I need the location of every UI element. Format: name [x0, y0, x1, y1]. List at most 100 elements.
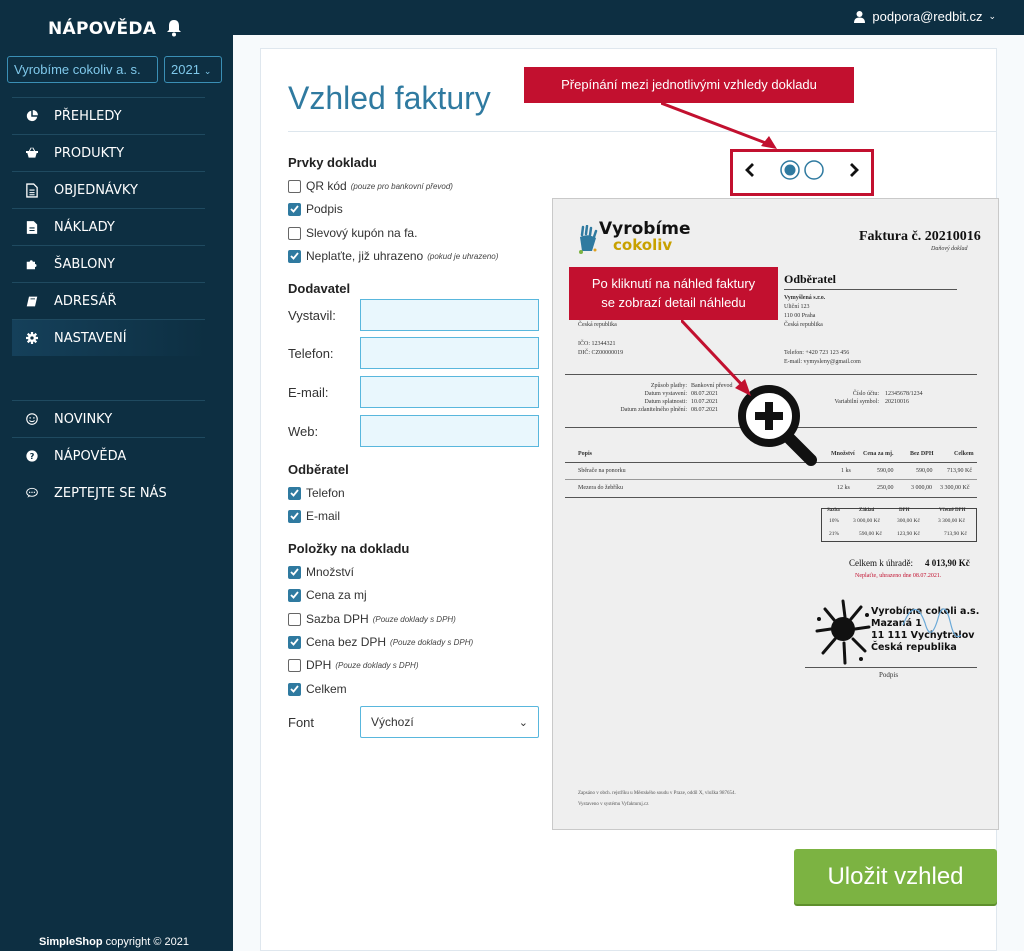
font-label: Font: [288, 715, 315, 730]
nav-label: PRODUKTY: [54, 145, 125, 161]
account-label: Číslo účtu:: [852, 391, 879, 397]
radio-selected[interactable]: [780, 160, 800, 185]
nav-item-produkty[interactable]: PRODUKTY: [12, 134, 205, 171]
check-icon: [290, 638, 299, 646]
checkbox-note: (pokud je uhrazeno): [427, 251, 499, 261]
chat-icon: [12, 484, 38, 502]
vat-cell: 10%: [829, 518, 840, 524]
vat-cell: 3 000,00 Kč: [853, 518, 881, 524]
gear-icon: [12, 329, 38, 347]
checkbox-checked[interactable]: [288, 682, 301, 696]
nav-label: ZEPTEJTE SE NÁS: [54, 485, 167, 501]
font-select[interactable]: Výchozí ⌄: [360, 706, 539, 738]
checkbox[interactable]: [288, 179, 301, 193]
nav-item-adresar[interactable]: ADRESÁŘ: [12, 282, 205, 319]
checkbox-checked[interactable]: [288, 202, 301, 216]
nav-item-naklady[interactable]: NÁKLADY: [12, 208, 205, 245]
checkbox-checked[interactable]: [288, 635, 301, 649]
field-label-web: Web:: [288, 424, 319, 439]
pay-label: Datum zdanitelného plnění:: [620, 407, 687, 413]
table-header: Celkem: [954, 451, 974, 457]
checkbox[interactable]: [288, 658, 301, 672]
nav-item-novinky[interactable]: NOVINKY: [12, 400, 205, 437]
table-cell: 250,00: [877, 485, 894, 491]
check-icon: [290, 489, 299, 497]
telefon-input[interactable]: [360, 337, 539, 369]
nav-label: ADRESÁŘ: [54, 293, 117, 309]
checkbox-sazba-dph[interactable]: Sazba DPH (Pouze doklady s DPH): [288, 612, 456, 626]
signature-icon: [902, 608, 962, 638]
vat-header: DPH: [899, 508, 910, 513]
checkbox-label: Cena bez DPH: [306, 635, 387, 649]
checkbox-podpis[interactable]: Podpis: [288, 202, 343, 216]
svg-text:?: ?: [30, 451, 35, 461]
account-label: Variabilní symbol:: [834, 399, 880, 405]
chevron-right-icon[interactable]: [849, 163, 859, 182]
checkbox-dph[interactable]: DPH (Pouze doklady s DPH): [288, 658, 419, 672]
checkbox-mnozstvi[interactable]: Množství: [288, 565, 354, 579]
nav-item-sablony[interactable]: ŠABLONY: [12, 245, 205, 282]
company-select[interactable]: Vyrobíme cokoliv a. s.: [7, 56, 158, 83]
total-value: 4 013,90 Kč: [925, 558, 970, 568]
checkbox-customer-telefon[interactable]: Telefon: [288, 486, 345, 500]
vat-header: Včetně DPH: [939, 508, 966, 513]
smiley-icon: [12, 410, 38, 428]
nav-item-nastaveni[interactable]: NASTAVENÍ: [12, 319, 205, 356]
vystavil-input[interactable]: [360, 299, 539, 331]
vat-header: Základ: [859, 508, 875, 513]
checkbox-checked[interactable]: [288, 486, 301, 500]
checkbox-label: Podpis: [306, 202, 343, 216]
document-icon: [12, 181, 38, 199]
field-label-email: E-mail:: [288, 385, 329, 400]
radio[interactable]: [804, 160, 824, 185]
customer-divider: [784, 289, 957, 290]
hand-logo-icon: [579, 225, 598, 254]
table-cell: 12 ks: [837, 485, 850, 491]
nav-label: NASTAVENÍ: [54, 330, 127, 346]
nav-item-prehledy[interactable]: PŘEHLEDY: [12, 97, 205, 134]
table-row-divider: [565, 479, 977, 480]
user-icon: [854, 10, 866, 23]
vat-header: Sazba: [827, 508, 840, 513]
checkbox[interactable]: [288, 226, 301, 240]
nav-item-objednavky[interactable]: OBJEDNÁVKY: [12, 171, 205, 208]
checkbox[interactable]: [288, 612, 301, 626]
nav-item-napoveda[interactable]: ? NÁPOVĚDA: [12, 437, 205, 474]
vat-cell: 123,90 Kč: [897, 531, 920, 537]
ink-splash-icon: [815, 599, 871, 665]
vat-cell: 21%: [829, 531, 840, 537]
user-menu[interactable]: podpora@redbit.cz ⌄: [854, 9, 996, 24]
checkbox-customer-email[interactable]: E-mail: [288, 509, 340, 523]
table-bottom-divider: [565, 497, 977, 498]
table-cell: Mezera do žebříku: [578, 485, 623, 491]
callout-preview-line: se zobrazí detail náhledu: [601, 295, 746, 310]
sidebar: NÁPOVĚDA Vyrobíme cokoliv a. s. 2021 ⌄ PŘ…: [0, 0, 233, 951]
web-input[interactable]: [360, 415, 539, 447]
checkbox-note: (Pouze doklady s DPH): [335, 660, 419, 670]
customer-line: Vymyšlená s.r.o.: [784, 295, 826, 301]
checkbox-checked[interactable]: [288, 249, 301, 263]
logo-text-2: cokoliv: [613, 236, 673, 254]
customer-line: 110 00 Praha: [784, 313, 816, 319]
checkbox-kupon[interactable]: Slevový kupón na fa.: [288, 226, 417, 240]
nav-item-zeptejte[interactable]: ZEPTEJTE SE NÁS: [12, 474, 205, 511]
year-select[interactable]: 2021 ⌄: [164, 56, 222, 83]
checkbox-uhrazeno[interactable]: Neplaťte, již uhrazeno (pokud je uhrazeno…: [288, 249, 498, 263]
save-button[interactable]: Uložit vzhled: [794, 849, 997, 904]
section-supplier-title: Dodavatel: [288, 281, 351, 296]
checkbox-celkem[interactable]: Celkem: [288, 682, 347, 696]
checkbox-cena-bez-dph[interactable]: Cena bez DPH (Pouze doklady s DPH): [288, 635, 473, 649]
checkbox-checked[interactable]: [288, 565, 301, 579]
callout-arrow-icon: [661, 103, 777, 149]
check-icon: [290, 512, 299, 520]
bell-icon[interactable]: [165, 19, 183, 37]
checkbox-checked[interactable]: [288, 588, 301, 602]
checkbox-cena-mj[interactable]: Cena za mj: [288, 588, 367, 602]
checkbox-checked[interactable]: [288, 509, 301, 523]
email-input[interactable]: [360, 376, 539, 408]
footer-line: Vystaveno v systému Vyfakturuj.cz: [578, 802, 649, 807]
copyright-text: copyright © 2021: [105, 936, 189, 948]
checkbox-label: QR kód: [306, 179, 347, 193]
checkbox-qr[interactable]: QR kód (pouze pro bankovní převod): [288, 179, 453, 193]
chevron-left-icon[interactable]: [745, 163, 755, 182]
